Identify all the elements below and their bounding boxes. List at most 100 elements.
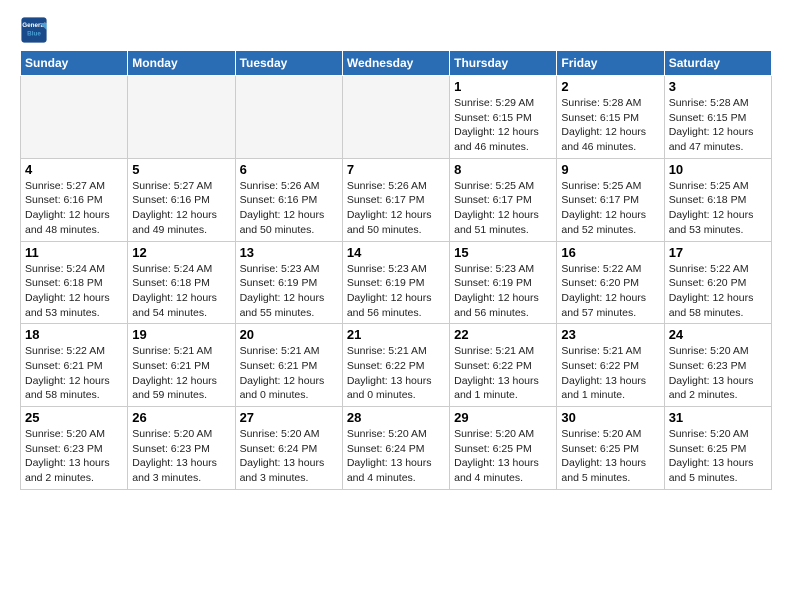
day-number: 4 — [25, 162, 123, 177]
day-number: 10 — [669, 162, 767, 177]
day-info: Sunrise: 5:20 AM Sunset: 6:24 PM Dayligh… — [240, 427, 338, 486]
day-info: Sunrise: 5:20 AM Sunset: 6:23 PM Dayligh… — [132, 427, 230, 486]
day-info: Sunrise: 5:21 AM Sunset: 6:21 PM Dayligh… — [132, 344, 230, 403]
calendar-cell: 6 Sunrise: 5:26 AM Sunset: 6:16 PM Daylig… — [235, 158, 342, 241]
day-number: 20 — [240, 327, 338, 342]
day-info: Sunrise: 5:24 AM Sunset: 6:18 PM Dayligh… — [132, 262, 230, 321]
day-number: 6 — [240, 162, 338, 177]
day-number: 28 — [347, 410, 445, 425]
calendar-week-1: 1Sunrise: 5:29 AM Sunset: 6:15 PM Daylig… — [21, 76, 772, 159]
day-number: 7 — [347, 162, 445, 177]
weekday-header-monday: Monday — [128, 51, 235, 76]
day-info: Sunrise: 5:20 AM Sunset: 6:23 PM Dayligh… — [669, 344, 767, 403]
day-number: 16 — [561, 245, 659, 260]
calendar-cell: 25 Sunrise: 5:20 AM Sunset: 6:23 PM Dayli… — [21, 407, 128, 490]
calendar-cell — [235, 76, 342, 159]
day-number: 9 — [561, 162, 659, 177]
calendar-cell: 1Sunrise: 5:29 AM Sunset: 6:15 PM Daylig… — [450, 76, 557, 159]
calendar-week-5: 25 Sunrise: 5:20 AM Sunset: 6:23 PM Dayli… — [21, 407, 772, 490]
day-info: Sunrise: 5:20 AM Sunset: 6:24 PM Dayligh… — [347, 427, 445, 486]
calendar-week-3: 11Sunrise: 5:24 AM Sunset: 6:18 PM Dayli… — [21, 241, 772, 324]
calendar-cell: 18Sunrise: 5:22 AM Sunset: 6:21 PM Dayli… — [21, 324, 128, 407]
day-info: Sunrise: 5:24 AM Sunset: 6:18 PM Dayligh… — [25, 262, 123, 321]
day-number: 30 — [561, 410, 659, 425]
day-number: 19 — [132, 327, 230, 342]
logo: General Blue — [20, 16, 52, 44]
calendar-cell: 31 Sunrise: 5:20 AM Sunset: 6:25 PM Dayli… — [664, 407, 771, 490]
calendar-cell: 28 Sunrise: 5:20 AM Sunset: 6:24 PM Dayli… — [342, 407, 449, 490]
day-info: Sunrise: 5:25 AM Sunset: 6:18 PM Dayligh… — [669, 179, 767, 238]
page: General Blue SundayMondayTuesdayWednesda… — [0, 0, 792, 506]
day-info: Sunrise: 5:28 AM Sunset: 6:15 PM Dayligh… — [669, 96, 767, 155]
day-info: Sunrise: 5:21 AM Sunset: 6:22 PM Dayligh… — [454, 344, 552, 403]
day-info: Sunrise: 5:27 AM Sunset: 6:16 PM Dayligh… — [132, 179, 230, 238]
day-info: Sunrise: 5:29 AM Sunset: 6:15 PM Dayligh… — [454, 96, 552, 155]
day-info: Sunrise: 5:21 AM Sunset: 6:22 PM Dayligh… — [347, 344, 445, 403]
svg-text:Blue: Blue — [27, 31, 41, 38]
day-number: 24 — [669, 327, 767, 342]
day-info: Sunrise: 5:22 AM Sunset: 6:20 PM Dayligh… — [669, 262, 767, 321]
calendar-cell — [128, 76, 235, 159]
calendar-cell: 15Sunrise: 5:23 AM Sunset: 6:19 PM Dayli… — [450, 241, 557, 324]
calendar-cell: 24 Sunrise: 5:20 AM Sunset: 6:23 PM Dayli… — [664, 324, 771, 407]
day-number: 5 — [132, 162, 230, 177]
day-number: 29 — [454, 410, 552, 425]
day-info: Sunrise: 5:23 AM Sunset: 6:19 PM Dayligh… — [347, 262, 445, 321]
calendar-cell: 4 Sunrise: 5:27 AM Sunset: 6:16 PM Daylig… — [21, 158, 128, 241]
day-info: Sunrise: 5:23 AM Sunset: 6:19 PM Dayligh… — [454, 262, 552, 321]
calendar-cell: 2 Sunrise: 5:28 AM Sunset: 6:15 PM Daylig… — [557, 76, 664, 159]
day-number: 8 — [454, 162, 552, 177]
calendar-cell: 12 Sunrise: 5:24 AM Sunset: 6:18 PM Dayli… — [128, 241, 235, 324]
weekday-header-row: SundayMondayTuesdayWednesdayThursdayFrid… — [21, 51, 772, 76]
day-number: 14 — [347, 245, 445, 260]
calendar-cell: 14 Sunrise: 5:23 AM Sunset: 6:19 PM Dayli… — [342, 241, 449, 324]
calendar-cell — [21, 76, 128, 159]
calendar-cell: 3 Sunrise: 5:28 AM Sunset: 6:15 PM Daylig… — [664, 76, 771, 159]
calendar-cell: 20 Sunrise: 5:21 AM Sunset: 6:21 PM Dayli… — [235, 324, 342, 407]
day-number: 13 — [240, 245, 338, 260]
day-info: Sunrise: 5:20 AM Sunset: 6:25 PM Dayligh… — [454, 427, 552, 486]
calendar-cell: 21 Sunrise: 5:21 AM Sunset: 6:22 PM Dayli… — [342, 324, 449, 407]
calendar-table: SundayMondayTuesdayWednesdayThursdayFrid… — [20, 50, 772, 490]
calendar-cell — [342, 76, 449, 159]
calendar-cell: 8 Sunrise: 5:25 AM Sunset: 6:17 PM Daylig… — [450, 158, 557, 241]
day-info: Sunrise: 5:20 AM Sunset: 6:23 PM Dayligh… — [25, 427, 123, 486]
day-info: Sunrise: 5:21 AM Sunset: 6:22 PM Dayligh… — [561, 344, 659, 403]
day-info: Sunrise: 5:25 AM Sunset: 6:17 PM Dayligh… — [454, 179, 552, 238]
day-number: 21 — [347, 327, 445, 342]
calendar-week-4: 18Sunrise: 5:22 AM Sunset: 6:21 PM Dayli… — [21, 324, 772, 407]
calendar-cell: 23Sunrise: 5:21 AM Sunset: 6:22 PM Dayli… — [557, 324, 664, 407]
weekday-header-tuesday: Tuesday — [235, 51, 342, 76]
day-number: 2 — [561, 79, 659, 94]
day-number: 18 — [25, 327, 123, 342]
calendar-cell: 17Sunrise: 5:22 AM Sunset: 6:20 PM Dayli… — [664, 241, 771, 324]
weekday-header-sunday: Sunday — [21, 51, 128, 76]
weekday-header-wednesday: Wednesday — [342, 51, 449, 76]
day-number: 27 — [240, 410, 338, 425]
header: General Blue — [20, 16, 772, 44]
calendar-cell: 5 Sunrise: 5:27 AM Sunset: 6:16 PM Daylig… — [128, 158, 235, 241]
weekday-header-saturday: Saturday — [664, 51, 771, 76]
day-number: 22 — [454, 327, 552, 342]
day-info: Sunrise: 5:20 AM Sunset: 6:25 PM Dayligh… — [561, 427, 659, 486]
calendar-cell: 26 Sunrise: 5:20 AM Sunset: 6:23 PM Dayli… — [128, 407, 235, 490]
calendar-cell: 13Sunrise: 5:23 AM Sunset: 6:19 PM Dayli… — [235, 241, 342, 324]
day-number: 31 — [669, 410, 767, 425]
calendar-cell: 19 Sunrise: 5:21 AM Sunset: 6:21 PM Dayli… — [128, 324, 235, 407]
day-number: 25 — [25, 410, 123, 425]
day-info: Sunrise: 5:22 AM Sunset: 6:20 PM Dayligh… — [561, 262, 659, 321]
calendar-cell: 22 Sunrise: 5:21 AM Sunset: 6:22 PM Dayli… — [450, 324, 557, 407]
day-info: Sunrise: 5:20 AM Sunset: 6:25 PM Dayligh… — [669, 427, 767, 486]
calendar-week-2: 4 Sunrise: 5:27 AM Sunset: 6:16 PM Daylig… — [21, 158, 772, 241]
day-number: 26 — [132, 410, 230, 425]
day-number: 12 — [132, 245, 230, 260]
day-number: 3 — [669, 79, 767, 94]
calendar-cell: 9 Sunrise: 5:25 AM Sunset: 6:17 PM Daylig… — [557, 158, 664, 241]
day-info: Sunrise: 5:26 AM Sunset: 6:16 PM Dayligh… — [240, 179, 338, 238]
calendar-cell: 29 Sunrise: 5:20 AM Sunset: 6:25 PM Dayli… — [450, 407, 557, 490]
day-info: Sunrise: 5:25 AM Sunset: 6:17 PM Dayligh… — [561, 179, 659, 238]
day-info: Sunrise: 5:21 AM Sunset: 6:21 PM Dayligh… — [240, 344, 338, 403]
day-info: Sunrise: 5:28 AM Sunset: 6:15 PM Dayligh… — [561, 96, 659, 155]
calendar-cell: 30 Sunrise: 5:20 AM Sunset: 6:25 PM Dayli… — [557, 407, 664, 490]
day-info: Sunrise: 5:27 AM Sunset: 6:16 PM Dayligh… — [25, 179, 123, 238]
